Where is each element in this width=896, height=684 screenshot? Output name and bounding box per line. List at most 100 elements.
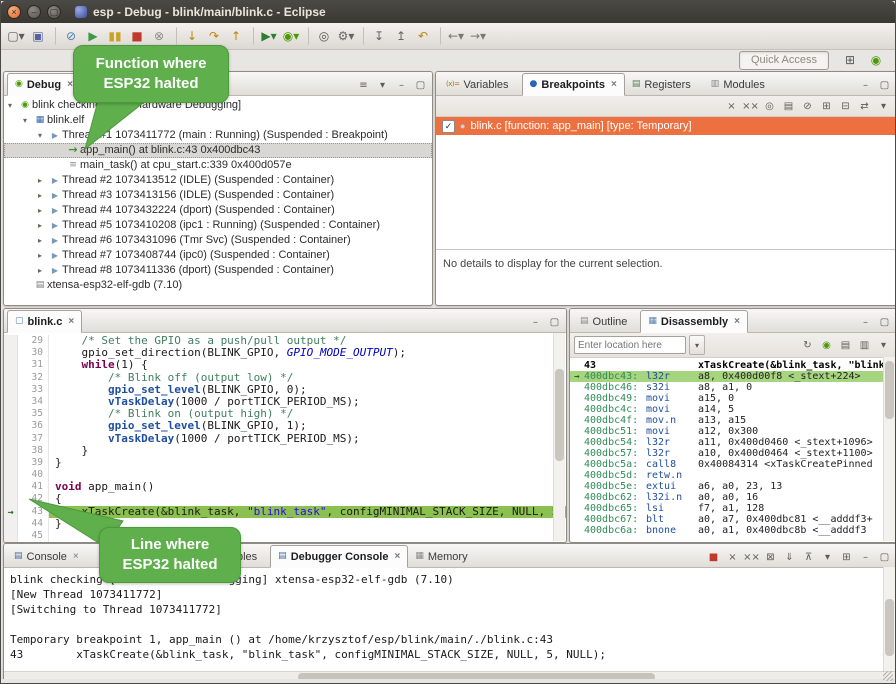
close-tab-icon[interactable]: × — [68, 316, 74, 327]
pin-console-icon[interactable]: ⊼ — [800, 549, 817, 565]
step-into-icon[interactable]: ↓ — [182, 26, 202, 46]
clear-console-icon[interactable]: ⊠ — [762, 549, 779, 565]
view-tab[interactable]: Modules — [704, 74, 778, 95]
disassembly-row[interactable]: 400dbc51: movi a12, 0x300 — [570, 426, 896, 437]
view-tab[interactable]: Variables — [439, 74, 522, 95]
remove-all-breakpoints-icon[interactable]: ×× — [742, 98, 759, 114]
minimize-icon[interactable]: – — [857, 549, 874, 565]
disassembly-row[interactable]: 400dbc67: blt a0, a7, 0x400dbc81 <__addd… — [570, 514, 896, 525]
disassembly-row[interactable]: 400dbc49: movi a15, 0 — [570, 393, 896, 404]
close-tab-icon[interactable]: × — [394, 551, 400, 562]
go-to-file-icon[interactable]: ▤ — [780, 98, 797, 114]
code-line[interactable]: 32 /* Blink off (output low) */ — [4, 372, 566, 384]
disassembly-row[interactable]: 400dbc5d: retw.n — [570, 470, 896, 481]
view-tab[interactable]: Outline — [573, 311, 640, 332]
code-line[interactable]: 33 gpio_set_level(BLINK_GPIO, 0); — [4, 384, 566, 396]
debug-tree-item[interactable]: ▸ Thread #7 1073408744 (ipc0) (Suspended… — [4, 248, 432, 263]
show-breakpoints-for-icon[interactable]: ◎ — [761, 98, 778, 114]
skip-all-breakpoints-icon[interactable]: ⊘ — [61, 26, 81, 46]
debug-tree-item[interactable]: ▾ blink.elf — [4, 113, 432, 128]
tree-expander-icon[interactable]: ▾ — [23, 113, 33, 128]
external-tools-icon[interactable]: ⚙▾ — [336, 26, 356, 46]
code-line[interactable]: 30 gpio_set_direction(BLINK_GPIO, GPIO_M… — [4, 347, 566, 359]
maximize-icon[interactable]: ▢ — [876, 77, 893, 93]
disassembly-row[interactable]: 400dbc4c: movi a14, 5 — [570, 404, 896, 415]
skip-all-breakpoints-icon[interactable]: ⊘ — [799, 98, 816, 114]
minimize-icon[interactable]: – — [527, 314, 544, 330]
quick-access-button[interactable]: Quick Access — [739, 51, 829, 70]
view-tab[interactable]: Breakpoints × — [522, 73, 625, 96]
code-line[interactable]: 31 while(1) { — [4, 359, 566, 371]
maximize-icon[interactable]: ▢ — [412, 77, 429, 93]
forward-history-icon[interactable]: →▾ — [468, 26, 488, 46]
thread-grouping-icon[interactable]: ≡ — [355, 77, 372, 93]
open-console-icon[interactable]: ⊞ — [838, 549, 855, 565]
window-close-icon[interactable]: × — [7, 5, 21, 19]
collapse-all-icon[interactable]: ⊟ — [837, 98, 854, 114]
tree-expander-icon[interactable]: ▸ — [38, 173, 48, 188]
tree-expander-icon[interactable]: ▸ — [38, 218, 48, 233]
step-over-icon[interactable]: ↷ — [204, 26, 224, 46]
tree-expander-icon[interactable]: ▸ — [38, 203, 48, 218]
previous-annotation-icon[interactable]: ↥ — [391, 26, 411, 46]
code-line[interactable]: 38 } — [4, 445, 566, 457]
terminate-icon[interactable]: ■ — [705, 549, 722, 565]
debug-tree-item[interactable]: ▸ Thread #8 1073411336 (dport) (Suspende… — [4, 263, 432, 278]
view-tab[interactable]: Debugger Console × — [270, 545, 408, 568]
close-tab-icon[interactable]: × — [734, 316, 740, 327]
breakpoint-checkbox[interactable]: ✓ — [442, 120, 455, 133]
debug-tree-item[interactable]: ▸ Thread #6 1073431096 (Tmr Svc) (Suspen… — [4, 233, 432, 248]
resize-grip[interactable] — [883, 671, 893, 681]
tree-expander-icon[interactable]: ▸ — [38, 233, 48, 248]
debug-tree-item[interactable]: ▸ Thread #3 1073413156 (IDLE) (Suspended… — [4, 188, 432, 203]
maximize-icon[interactable]: ▢ — [876, 314, 893, 330]
minimize-icon[interactable]: – — [393, 77, 410, 93]
disassembly-row[interactable]: 400dbc65: lsi f7, a1, 128 — [570, 503, 896, 514]
disassembly-row[interactable]: 400dbc5e: extui a6, a0, 23, 13 — [570, 481, 896, 492]
display-selected-console-icon[interactable]: ▾ — [819, 549, 836, 565]
code-line[interactable]: 37 vTaskDelay(1000 / portTICK_PERIOD_MS)… — [4, 433, 566, 445]
tab-blink-c[interactable]: blink.c × — [7, 310, 82, 333]
scroll-lock-icon[interactable]: ⇓ — [781, 549, 798, 565]
link-with-debug-view-icon[interactable]: ⇄ — [856, 98, 873, 114]
disassembly-row[interactable]: 400dbc46: s32i a8, a1, 0 — [570, 382, 896, 393]
sync-with-active-context-icon[interactable]: ◉ — [818, 337, 835, 353]
console-vertical-scrollbar[interactable] — [883, 567, 895, 672]
show-source-icon[interactable]: ▤ — [837, 337, 854, 353]
tree-expander-icon[interactable]: ▸ — [38, 188, 48, 203]
disassembly-row[interactable]: 43 xTaskCreate(&blink_task, "blink_tas — [570, 360, 896, 371]
remove-launch-icon[interactable]: × — [724, 549, 741, 565]
code-line[interactable]: 36 gpio_set_level(BLINK_GPIO, 1); — [4, 420, 566, 432]
disassembly-vertical-scrollbar[interactable] — [883, 357, 895, 541]
last-edit-location-icon[interactable]: ↶ — [413, 26, 433, 46]
view-tab[interactable]: Memory — [408, 546, 480, 567]
debug-tree-item[interactable]: ▸ Thread #2 1073413512 (IDLE) (Suspended… — [4, 173, 432, 188]
debug-tree-item[interactable]: ▾ Thread #1 1073411772 (main : Running) … — [4, 128, 432, 143]
breakpoint-row[interactable]: ✓ ● blink.c [function: app_main] [type: … — [436, 117, 896, 135]
new-wizard-icon[interactable]: ▢▾ — [6, 26, 26, 46]
scrollbar-thumb[interactable] — [885, 599, 894, 657]
tree-expander-icon[interactable]: ▸ — [38, 248, 48, 263]
next-annotation-icon[interactable]: ↧ — [369, 26, 389, 46]
scrollbar-thumb[interactable] — [885, 361, 894, 419]
debug-tree-item[interactable]: ▸ Thread #4 1073432224 (dport) (Suspende… — [4, 203, 432, 218]
tree-expander-icon[interactable]: ▾ — [8, 98, 18, 113]
view-menu-icon[interactable]: ▾ — [875, 98, 892, 114]
back-history-icon[interactable]: ←▾ — [446, 26, 466, 46]
remove-all-launches-icon[interactable]: ×× — [743, 549, 760, 565]
search-icon[interactable]: ◎ — [314, 26, 334, 46]
debug-tree-item[interactable]: app_main() at blink.c:43 0x400dbc43 — [4, 143, 432, 158]
debug-icon[interactable]: ◉▾ — [281, 26, 301, 46]
disassembly-row[interactable]: 400dbc57: l32r a10, 0x400d0464 <_stext+1… — [570, 448, 896, 459]
debug-perspective-icon[interactable]: ◉ — [866, 50, 886, 70]
window-maximize-icon[interactable]: ▢ — [47, 5, 61, 19]
maximize-icon[interactable]: ▢ — [546, 314, 563, 330]
close-tab-icon[interactable]: × — [611, 79, 617, 90]
terminate-icon[interactable]: ■ — [127, 26, 147, 46]
minimize-icon[interactable]: – — [857, 77, 874, 93]
location-dropdown-icon[interactable]: ▾ — [689, 335, 705, 355]
code-line[interactable]: 29 /* Set the GPIO as a push/pull output… — [4, 335, 566, 347]
debug-tree-item[interactable]: ▸ Thread #5 1073410208 (ipc1 : Running) … — [4, 218, 432, 233]
disassembly-row[interactable]: 400dbc54: l32r a11, 0x400d0460 <_stext+1… — [570, 437, 896, 448]
save-icon[interactable]: ▣ — [28, 26, 48, 46]
